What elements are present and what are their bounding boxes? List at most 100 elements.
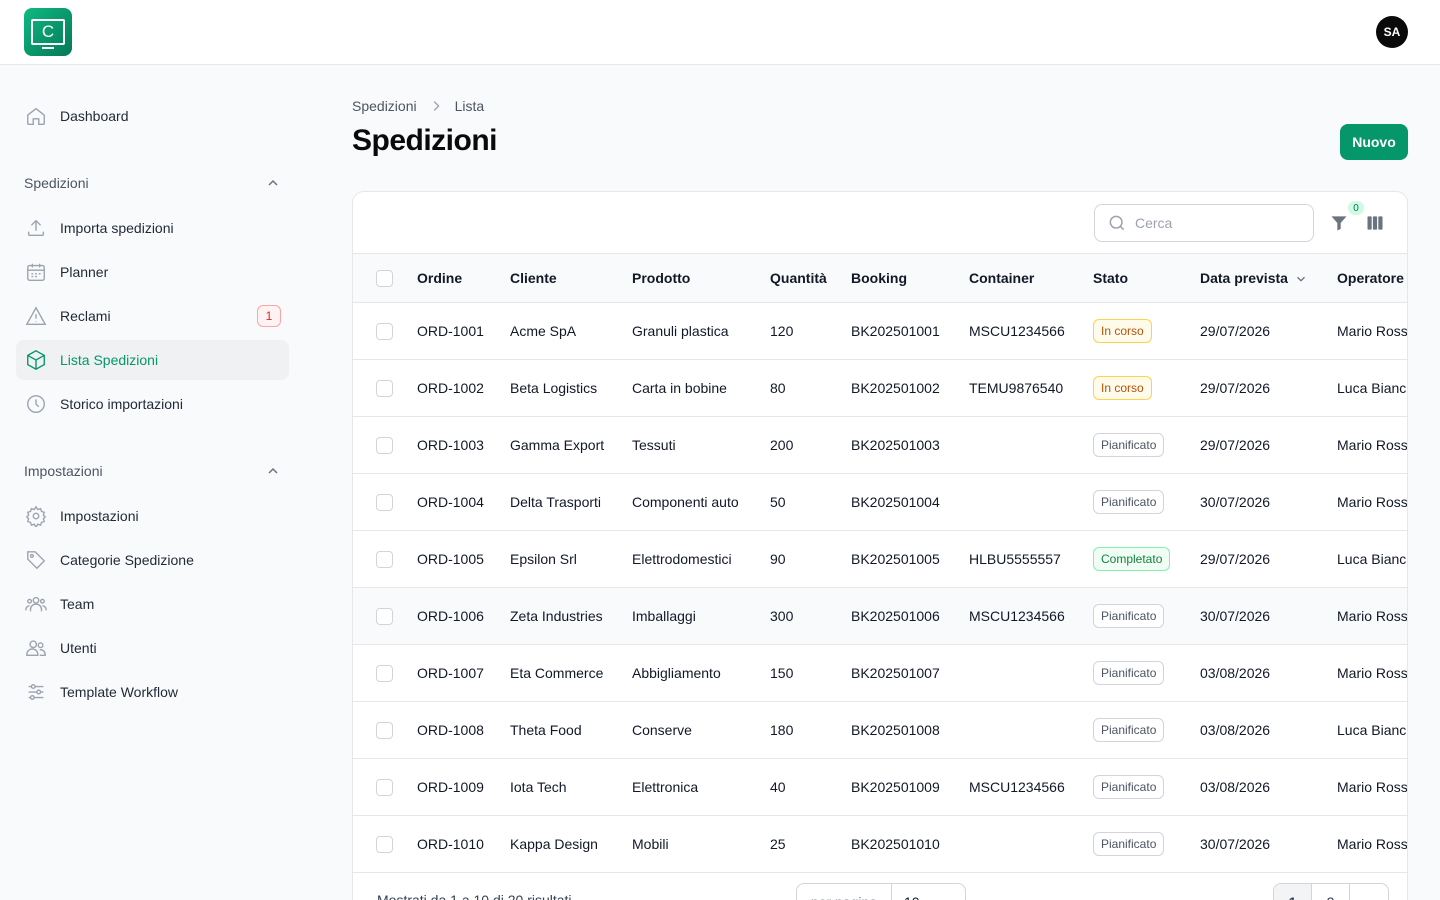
container-cell <box>969 417 1093 474</box>
per-page-select[interactable]: per pagina 10 <box>796 883 966 900</box>
operator-cell: Mario Rossi <box>1337 665 1408 681</box>
sidebar-item-shipments-list[interactable]: Lista Spedizioni <box>16 340 289 380</box>
row-checkbox-cell <box>353 474 417 531</box>
column-header-quantity[interactable]: Quantità <box>770 254 851 303</box>
shipments-table-card: 0 Ordine Cliente Prodotto Quantità Booki… <box>352 191 1408 900</box>
new-shipment-button[interactable]: Nuovo <box>1340 124 1408 160</box>
container-cell <box>969 474 1093 531</box>
breadcrumb-current: Lista <box>454 98 485 114</box>
column-header-status[interactable]: Stato <box>1093 254 1200 303</box>
columns-icon[interactable] <box>1364 212 1386 234</box>
operator-cell: Luca Bianchi <box>1337 722 1407 738</box>
status-badge: Pianificato <box>1093 433 1165 457</box>
column-header-expected-date[interactable]: Data prevista <box>1200 254 1337 303</box>
user-avatar[interactable]: SA <box>1376 16 1408 48</box>
row-checkbox[interactable] <box>376 835 393 853</box>
column-header-client[interactable]: Cliente <box>510 254 632 303</box>
booking-cell: BK202501004 <box>851 494 940 510</box>
sidebar-item-claims[interactable]: Reclami 1 <box>16 296 289 336</box>
sidebar-item-planner[interactable]: Planner <box>16 252 289 292</box>
row-checkbox[interactable] <box>376 436 393 454</box>
client-cell: Epsilon Srl <box>510 551 577 567</box>
sidebar-item-import[interactable]: Importa spedizioni <box>16 208 289 248</box>
section-impostazioni-header[interactable]: Impostazioni <box>24 461 281 481</box>
page-button-2[interactable]: 2 <box>1312 884 1350 900</box>
status-cell: Pianificato <box>1093 702 1200 759</box>
sidebar-item-categories[interactable]: Categorie Spedizione <box>16 540 289 580</box>
clock-icon <box>24 392 48 416</box>
sidebar-item-label: Utenti <box>60 640 97 656</box>
sidebar-item-team[interactable]: Team <box>16 584 289 624</box>
column-header-order[interactable]: Ordine <box>417 254 510 303</box>
row-checkbox[interactable] <box>376 550 393 568</box>
booking-cell: BK202501009 <box>851 779 940 795</box>
per-page-value: 10 <box>892 884 965 900</box>
breadcrumb-root[interactable]: Spedizioni <box>352 98 417 114</box>
chevron-up-icon <box>265 463 281 479</box>
row-checkbox[interactable] <box>376 607 393 625</box>
chevron-up-icon <box>265 175 281 191</box>
status-cell: In corso <box>1093 303 1200 360</box>
table-row[interactable]: ORD-1009 Iota Tech Elettronica 40 BK20250100… <box>353 759 1408 816</box>
row-checkbox-cell <box>353 303 417 360</box>
search-input[interactable] <box>1135 215 1305 231</box>
row-checkbox[interactable] <box>376 778 393 796</box>
sidebar-item-import-history[interactable]: Storico importazioni <box>16 384 289 424</box>
table-row[interactable]: ORD-1003 Gamma Export Tessuti 200 BK20250100… <box>353 417 1407 474</box>
cube-icon <box>24 348 48 372</box>
sidebar-item-label: Impostazioni <box>60 508 139 524</box>
order-cell: ORD-1003 <box>417 437 484 453</box>
team-icon <box>24 592 48 616</box>
column-header-booking[interactable]: Booking <box>851 254 969 303</box>
sidebar-item-dashboard[interactable]: Dashboard <box>16 96 289 136</box>
sliders-icon <box>24 680 48 704</box>
quantity-cell: 90 <box>770 551 786 567</box>
date-cell: 30/07/2026 <box>1200 494 1271 510</box>
search-box[interactable] <box>1094 204 1314 242</box>
container-cell <box>969 702 1093 759</box>
sidebar-item-label: Dashboard <box>60 108 129 124</box>
table-row[interactable]: ORD-1001 Acme SpA Granuli plastica 120 BK202… <box>353 303 1407 360</box>
date-cell: 03/08/2026 <box>1200 722 1271 738</box>
table-row[interactable]: ORD-1010 Kappa Design Mobili 25 BK202501010 P… <box>353 816 1408 873</box>
results-summary: Mostrati da 1 a 10 di 20 risultati <box>377 892 572 900</box>
section-spedizioni-header[interactable]: Spedizioni <box>24 173 281 193</box>
product-cell: Elettronica <box>632 779 699 795</box>
search-icon <box>1107 213 1127 233</box>
row-checkbox[interactable] <box>376 664 393 682</box>
claims-count-badge: 1 <box>257 305 281 327</box>
operator-cell: Mario Rossi <box>1337 836 1408 852</box>
table-row[interactable]: ORD-1008 Theta Food Conserve 180 BK202501008… <box>353 702 1407 759</box>
product-cell: Tessuti <box>632 437 676 453</box>
table-row[interactable]: ORD-1005 Epsilon Srl Elettrodomestici 90 BK2… <box>353 531 1407 588</box>
operator-cell: Mario Rossi <box>1337 779 1408 795</box>
filter-icon[interactable] <box>1328 212 1350 234</box>
table-row[interactable]: ORD-1006 Zeta Industries Imballaggi 300 BK20… <box>353 587 1407 645</box>
status-cell: In corso <box>1093 360 1200 417</box>
column-header-container[interactable]: Container <box>969 254 1093 303</box>
users-icon <box>24 636 48 660</box>
column-header-product[interactable]: Prodotto <box>632 254 770 303</box>
product-cell: Granuli plastica <box>632 323 729 339</box>
column-header-operator[interactable]: Operatore <box>1337 254 1407 303</box>
chevron-down-icon <box>1294 272 1308 286</box>
next-page-button[interactable]: › <box>1350 884 1388 900</box>
sidebar-item-templates[interactable]: Template Workflow <box>16 672 289 712</box>
quantity-cell: 200 <box>770 437 794 453</box>
section-label: Impostazioni <box>24 463 103 479</box>
table-row[interactable]: ORD-1002 Beta Logistics Carta in bobine 80 B… <box>353 360 1407 417</box>
table-header-row: Ordine Cliente Prodotto Quantità Booking… <box>353 253 1407 303</box>
sidebar-item-settings[interactable]: Impostazioni <box>16 496 289 536</box>
row-checkbox[interactable] <box>376 493 393 511</box>
select-all-checkbox[interactable] <box>376 269 393 287</box>
sidebar-item-users[interactable]: Utenti <box>16 628 289 668</box>
page-button-1[interactable]: 1 <box>1274 884 1312 900</box>
sidebar-item-label: Importa spedizioni <box>60 220 174 236</box>
table-row[interactable]: ORD-1007 Eta Commerce Abbigliamento 150 BK20… <box>353 645 1408 702</box>
row-checkbox[interactable] <box>376 322 393 340</box>
status-badge: Pianificato <box>1093 718 1165 742</box>
row-checkbox[interactable] <box>376 721 393 739</box>
table-row[interactable]: ORD-1004 Delta Trasporti Componenti auto 50… <box>353 474 1407 531</box>
row-checkbox[interactable] <box>376 379 393 397</box>
app-logo[interactable]: C <box>24 8 72 56</box>
